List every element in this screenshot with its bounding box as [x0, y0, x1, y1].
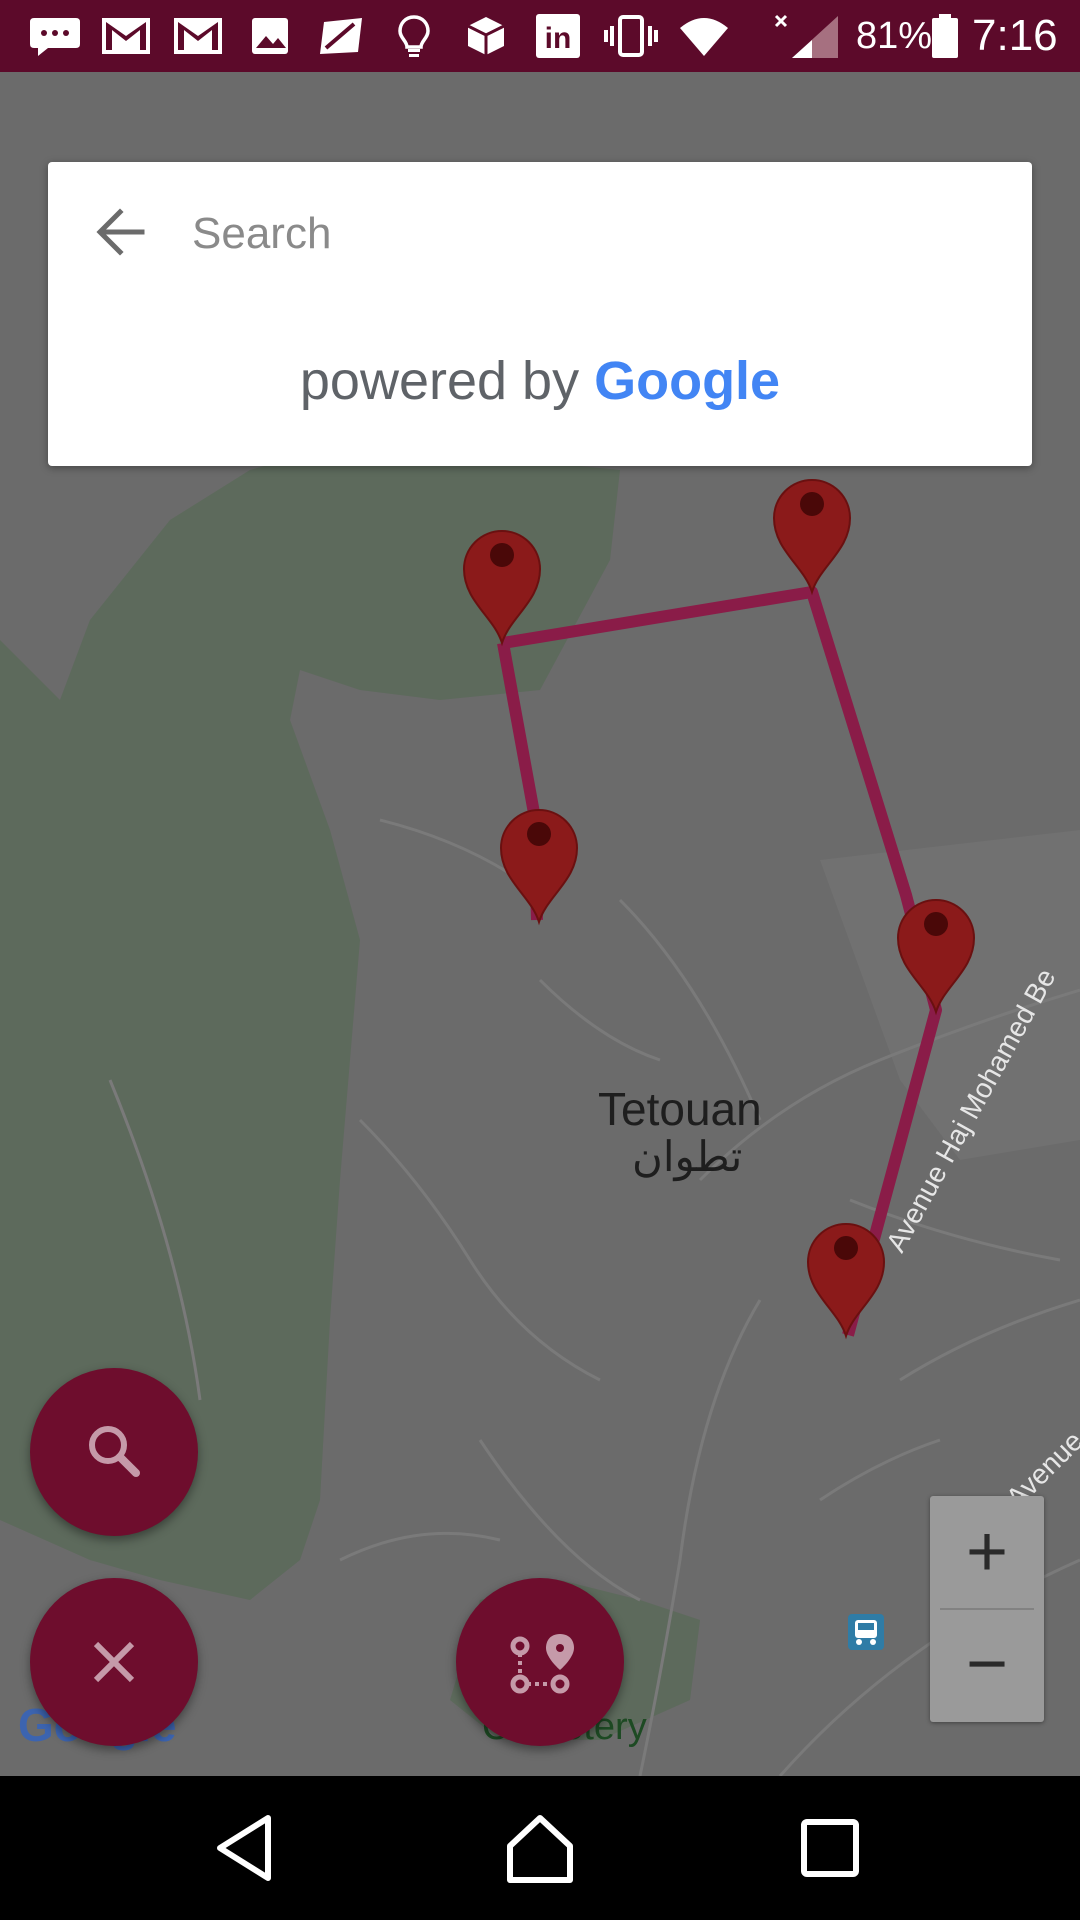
- route-icon: [510, 1634, 574, 1694]
- chat-bubble-icon: [30, 18, 80, 56]
- linkedin-icon: in: [536, 14, 580, 58]
- zoom-in-button[interactable]: +: [930, 1496, 1044, 1608]
- city-label: Tetouan: [598, 1083, 762, 1135]
- navigation-bar: [0, 1776, 1080, 1920]
- vibrate-icon: [604, 15, 658, 57]
- google-logo: Google: [594, 351, 781, 411]
- recents-icon[interactable]: [790, 1808, 870, 1888]
- city-label-arabic: تطوان: [632, 1133, 743, 1180]
- search-input[interactable]: [192, 204, 972, 264]
- box-icon: [467, 17, 505, 55]
- clock: 7:16: [972, 11, 1058, 60]
- lightbulb-icon: [398, 15, 430, 57]
- zoom-out-button[interactable]: −: [930, 1610, 1044, 1722]
- close-icon: [93, 1641, 135, 1683]
- powered-by-google: powered by Google: [0, 350, 1080, 412]
- svg-text:in: in: [545, 22, 572, 55]
- bus-stop-icon[interactable]: [848, 1614, 884, 1650]
- powered-by-text: powered by: [299, 351, 580, 411]
- battery-icon: [932, 14, 958, 58]
- status-bar: in 81% 7:16: [0, 0, 1080, 72]
- wifi-icon: [680, 18, 728, 56]
- flipboard-icon: [320, 18, 362, 54]
- zoom-controls: + −: [930, 1496, 1044, 1722]
- back-arrow-icon[interactable]: [88, 200, 152, 264]
- gmail-icon: [102, 18, 150, 54]
- search-icon: [89, 1426, 140, 1477]
- image-icon: [252, 18, 288, 54]
- search-fab-button[interactable]: [30, 1368, 198, 1536]
- back-icon[interactable]: [204, 1808, 284, 1888]
- route-fab-button[interactable]: [456, 1578, 624, 1746]
- battery-percent: 81%: [856, 15, 933, 57]
- clear-fab-button[interactable]: [30, 1578, 198, 1746]
- home-icon[interactable]: [500, 1808, 580, 1888]
- gmail-icon: [174, 18, 222, 54]
- signal-icon: [774, 14, 838, 58]
